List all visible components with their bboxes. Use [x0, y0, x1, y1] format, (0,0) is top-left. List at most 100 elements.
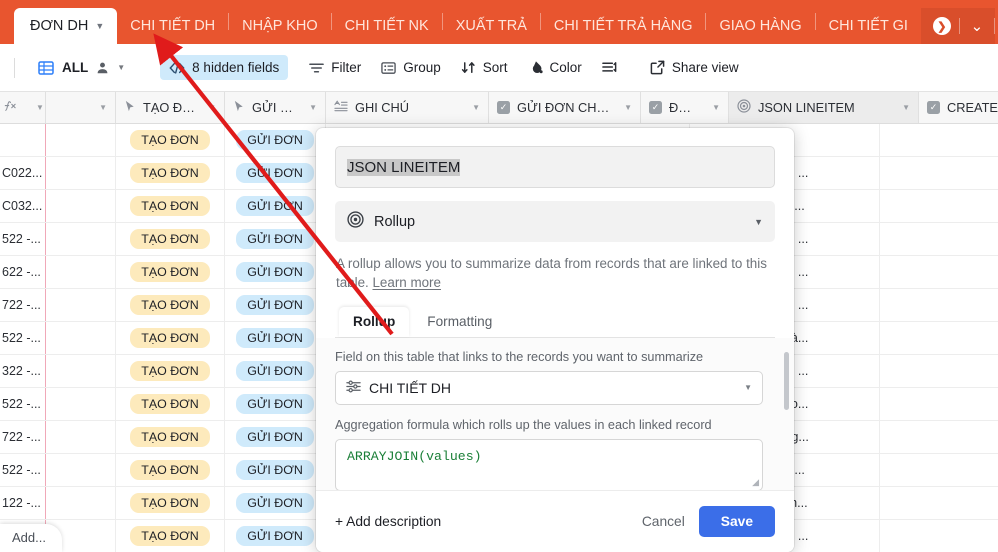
cell-tao-don[interactable]: TẠO ĐƠN [116, 355, 225, 387]
cell-blank[interactable] [46, 190, 116, 222]
field-header-ghi-chu[interactable]: GHI CHÚ ▼ [326, 92, 489, 123]
tao-don-button[interactable]: TẠO ĐƠN [130, 229, 210, 249]
tao-don-button[interactable]: TẠO ĐƠN [130, 427, 210, 447]
field-name-input[interactable]: JSON LINEITEM [335, 146, 775, 188]
learn-more-link[interactable]: Learn more [372, 275, 440, 290]
row-height-button[interactable] [593, 56, 627, 80]
cell-record-name[interactable]: 522 -... [0, 388, 46, 420]
gui-don-button[interactable]: GỬI ĐƠN [236, 493, 314, 513]
cell-create[interactable] [880, 223, 998, 255]
tab-don-dh[interactable]: ĐƠN DH ▼ [14, 8, 118, 44]
gui-don-button[interactable]: GỬI ĐƠN [236, 361, 314, 381]
tao-don-button[interactable]: TẠO ĐƠN [130, 262, 210, 282]
cell-record-name[interactable]: 322 -... [0, 355, 46, 387]
cell-tao-don[interactable]: TẠO ĐƠN [116, 223, 225, 255]
cell-blank[interactable] [46, 322, 116, 354]
scroll-tabs-right-button[interactable]: ❯ [925, 8, 959, 44]
tao-don-button[interactable]: TẠO ĐƠN [130, 295, 210, 315]
cell-tao-don[interactable]: TẠO ĐƠN [116, 124, 225, 156]
cell-record-name[interactable]: 722 -... [0, 289, 46, 321]
cell-blank[interactable] [46, 487, 116, 519]
field-header-gui-don[interactable]: GỬI ĐƠN ▼ [225, 92, 326, 123]
cell-gui-don[interactable]: GỬI ĐƠN [225, 421, 326, 453]
filter-button[interactable]: Filter [300, 55, 370, 80]
tao-don-button[interactable]: TẠO ĐƠN [130, 394, 210, 414]
cell-gui-don[interactable]: GỬI ĐƠN [225, 388, 326, 420]
cell-tao-don[interactable]: TẠO ĐƠN [116, 520, 225, 552]
tab-giao-hang[interactable]: GIAO HÀNG [706, 8, 814, 44]
cell-record-name[interactable]: 522 -... [0, 322, 46, 354]
cell-tao-don[interactable]: TẠO ĐƠN [116, 421, 225, 453]
field-header-create[interactable]: ✓ CREATE [919, 92, 998, 123]
cell-blank[interactable] [46, 421, 116, 453]
field-header-da[interactable]: ✓ ĐÃ ... ▼ [641, 92, 729, 123]
cell-tao-don[interactable]: TẠO ĐƠN [116, 157, 225, 189]
cell-tao-don[interactable]: TẠO ĐƠN [116, 454, 225, 486]
gui-don-button[interactable]: GỬI ĐƠN [236, 526, 314, 546]
sort-button[interactable]: Sort [452, 55, 517, 80]
tao-don-button[interactable]: TẠO ĐƠN [130, 196, 210, 216]
cell-tao-don[interactable]: TẠO ĐƠN [116, 388, 225, 420]
tab-formatting[interactable]: Formatting [413, 307, 506, 337]
chevron-down-icon[interactable]: ▼ [95, 21, 104, 31]
group-button[interactable]: Group [372, 55, 450, 80]
hidden-fields-button[interactable]: 8 hidden fields [160, 55, 289, 80]
cell-blank[interactable] [46, 289, 116, 321]
tab-rollup[interactable]: Rollup [339, 306, 410, 337]
cell-gui-don[interactable]: GỬI ĐƠN [225, 124, 326, 156]
chevron-down-icon[interactable]: ▼ [744, 383, 752, 392]
link-field-select[interactable]: CHI TIẾT DH ▼ [335, 370, 763, 405]
cell-record-name[interactable]: 622 -... [0, 256, 46, 288]
cell-record-name[interactable] [0, 124, 46, 156]
cancel-button[interactable]: Cancel [642, 514, 685, 529]
cell-gui-don[interactable]: GỬI ĐƠN [225, 223, 326, 255]
field-type-selector[interactable]: Rollup ▼ [335, 201, 775, 242]
cell-create[interactable] [880, 256, 998, 288]
cell-gui-don[interactable]: GỬI ĐƠN [225, 190, 326, 222]
cell-tao-don[interactable]: TẠO ĐƠN [116, 487, 225, 519]
cell-gui-don[interactable]: GỬI ĐƠN [225, 289, 326, 321]
tab-chi-tiet-tra-hang[interactable]: CHI TIẾT TRẢ HÀNG [541, 8, 706, 44]
cell-create[interactable] [880, 289, 998, 321]
cell-gui-don[interactable]: GỬI ĐƠN [225, 355, 326, 387]
cell-create[interactable] [880, 520, 998, 552]
cell-blank[interactable] [46, 256, 116, 288]
cell-create[interactable] [880, 421, 998, 453]
cell-record-name[interactable]: 122 -... [0, 487, 46, 519]
save-button[interactable]: Save [698, 506, 775, 537]
chevron-down-icon[interactable]: ▼ [202, 103, 216, 112]
gui-don-button[interactable]: GỬI ĐƠN [236, 295, 314, 315]
cell-create[interactable] [880, 157, 998, 189]
cell-gui-don[interactable]: GỬI ĐƠN [225, 520, 326, 552]
cell-gui-don[interactable]: GỬI ĐƠN [225, 322, 326, 354]
cell-blank[interactable] [46, 157, 116, 189]
field-header-gui-don-check[interactable]: ✓ GỬI ĐƠN CHECK ▼ [489, 92, 641, 123]
all-tables-dropdown-button[interactable]: ⌄ [960, 8, 994, 44]
cell-create[interactable] [880, 322, 998, 354]
add-description-button[interactable]: + Add description [335, 514, 441, 529]
chevron-down-icon[interactable]: ▼ [618, 103, 632, 112]
cell-record-name[interactable]: C022... [0, 157, 46, 189]
add-record-button[interactable]: Add... [0, 524, 62, 552]
cell-blank[interactable] [46, 223, 116, 255]
tab-chi-tiet-gi[interactable]: CHI TIẾT GI [816, 8, 921, 44]
cell-blank[interactable] [46, 388, 116, 420]
gui-don-button[interactable]: GỬI ĐƠN [236, 394, 314, 414]
cell-gui-don[interactable]: GỬI ĐƠN [225, 454, 326, 486]
chevron-down-icon[interactable]: ▼ [466, 103, 480, 112]
tab-xuat-tra[interactable]: XUẤT TRẢ [443, 8, 540, 44]
cell-blank[interactable] [46, 454, 116, 486]
tab-chi-tiet-nk[interactable]: CHI TIẾT NK [332, 8, 442, 44]
view-selector[interactable]: ALL ▼ [29, 55, 134, 81]
chevron-down-icon[interactable]: ▼ [706, 103, 720, 112]
tao-don-button[interactable]: TẠO ĐƠN [130, 328, 210, 348]
cell-create[interactable] [880, 388, 998, 420]
field-header-blank[interactable]: ▼ [46, 92, 116, 123]
cell-record-name[interactable]: 522 -... [0, 223, 46, 255]
color-button[interactable]: Color [519, 55, 591, 80]
chevron-down-icon[interactable]: ▼ [303, 103, 317, 112]
cell-create[interactable] [880, 487, 998, 519]
dialog-scrollbar-thumb[interactable] [784, 351, 789, 410]
cell-gui-don[interactable]: GỬI ĐƠN [225, 256, 326, 288]
cell-create[interactable] [880, 454, 998, 486]
